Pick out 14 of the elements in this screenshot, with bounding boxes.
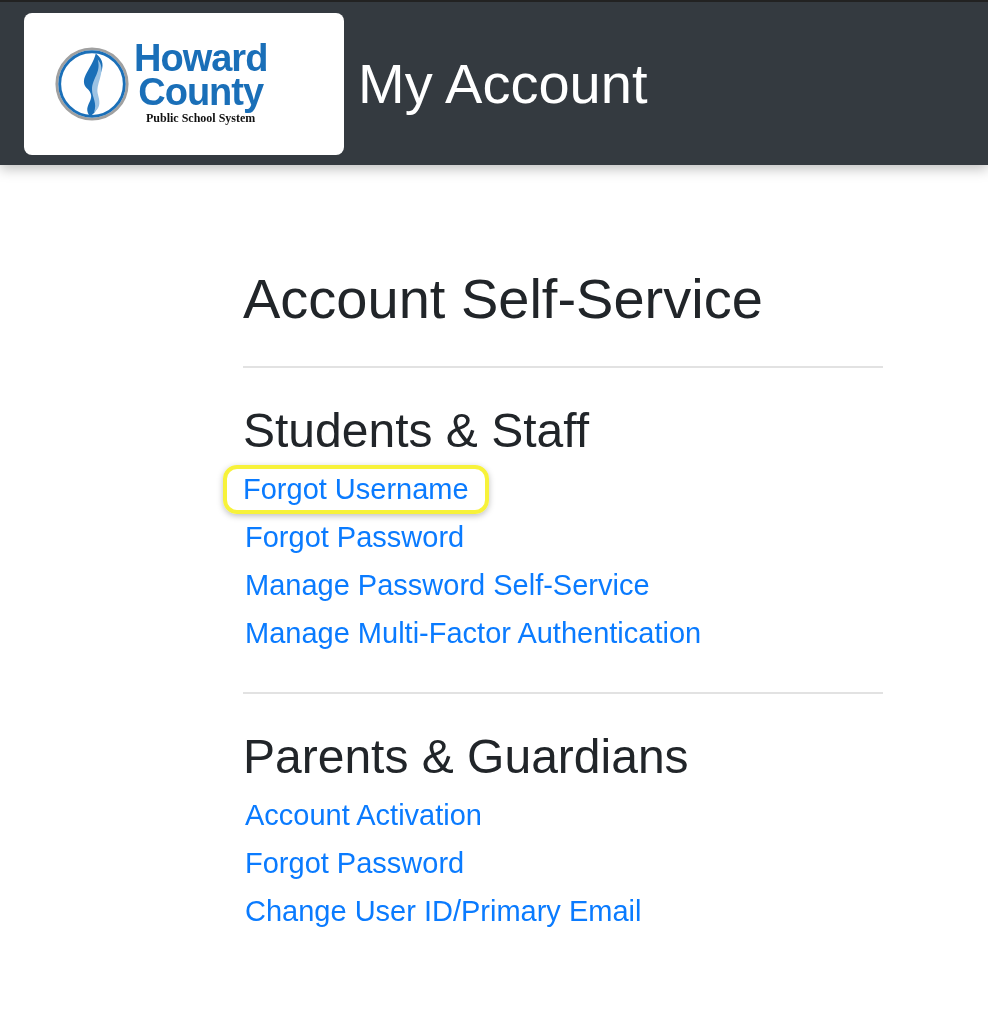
page-heading: Account Self-Service xyxy=(243,266,764,332)
site-title: My Account xyxy=(358,51,648,116)
section-heading: Students & Staff xyxy=(243,403,591,460)
link[interactable]: Forgot Password xyxy=(243,844,467,882)
link[interactable]: Forgot Password xyxy=(243,519,467,557)
link[interactable]: Manage Multi-Factor Authentication xyxy=(243,615,704,653)
logo-card[interactable]: Howard County Public School System xyxy=(24,12,344,155)
link[interactable]: Change User ID/Primary Email xyxy=(243,892,644,930)
flame-emblem-icon xyxy=(54,45,130,122)
link[interactable]: Account Activation xyxy=(243,796,484,834)
logo-wordmark: Howard xyxy=(134,41,268,75)
link[interactable]: Manage Password Self-Service xyxy=(243,567,652,605)
link[interactable]: Forgot Username xyxy=(223,465,489,515)
section-heading: Parents & Guardians xyxy=(243,728,690,785)
